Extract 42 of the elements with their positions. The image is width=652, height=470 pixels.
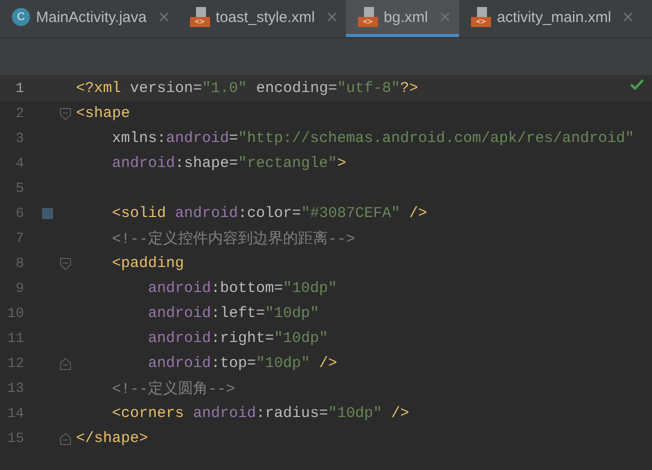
- editor-tab[interactable]: <> activity_main.xml: [458, 0, 642, 37]
- code-line: <solid android:color="#3087CEFA" />: [111, 205, 428, 222]
- line-number: 4: [14, 156, 24, 172]
- fold-icon[interactable]: [60, 258, 71, 270]
- line-number: 11: [6, 330, 24, 346]
- fold-icon[interactable]: [60, 432, 71, 444]
- class-icon: C: [12, 8, 30, 26]
- line-number: 7: [14, 230, 24, 246]
- line-number: 10: [6, 306, 24, 322]
- code-line: xmlns:android="http://schemas.android.com/apk/res/android": [111, 130, 634, 147]
- code-line: android:right="10dp": [147, 330, 328, 347]
- code-line: android:top="10dp" />: [147, 355, 338, 372]
- line-number: 14: [6, 406, 24, 422]
- fold-icon[interactable]: [60, 358, 71, 370]
- close-icon[interactable]: [440, 12, 450, 22]
- line-number: 2: [14, 106, 24, 122]
- line-number: 12: [6, 356, 24, 372]
- code-line: android:bottom="10dp": [147, 280, 338, 297]
- line-number: 9: [14, 280, 24, 296]
- line-number: 3: [14, 130, 24, 146]
- code-line: <!--定义圆角-->: [111, 379, 236, 398]
- line-number: 6: [14, 206, 24, 222]
- editor-tab[interactable]: C MainActivity.java: [0, 0, 178, 37]
- code-line: <shape: [76, 105, 130, 122]
- line-number: 8: [14, 256, 24, 272]
- code-line: <?xml version="1.0" encoding="utf-8"?>: [76, 80, 418, 97]
- code-line: android:left="10dp": [147, 305, 320, 322]
- close-icon[interactable]: [326, 12, 337, 22]
- fold-icon[interactable]: [60, 108, 71, 120]
- close-icon[interactable]: [623, 12, 634, 22]
- editor-tab[interactable]: <> bg.xml: [346, 0, 459, 37]
- code-line: <padding: [111, 255, 184, 272]
- line-number: 1: [14, 80, 24, 96]
- line-number: 15: [6, 430, 24, 446]
- code-line: <corners android:radius="10dp" />: [111, 405, 410, 422]
- close-icon[interactable]: [158, 12, 169, 22]
- editor-tab[interactable]: <> toast_style.xml: [178, 0, 346, 37]
- code-line: </shape>: [76, 430, 148, 447]
- code-line: android:shape="rectangle">: [111, 155, 346, 172]
- line-number: 13: [6, 380, 24, 396]
- line-number: 5: [14, 180, 24, 196]
- code-line: <!--定义控件内容到边界的距离-->: [111, 229, 356, 248]
